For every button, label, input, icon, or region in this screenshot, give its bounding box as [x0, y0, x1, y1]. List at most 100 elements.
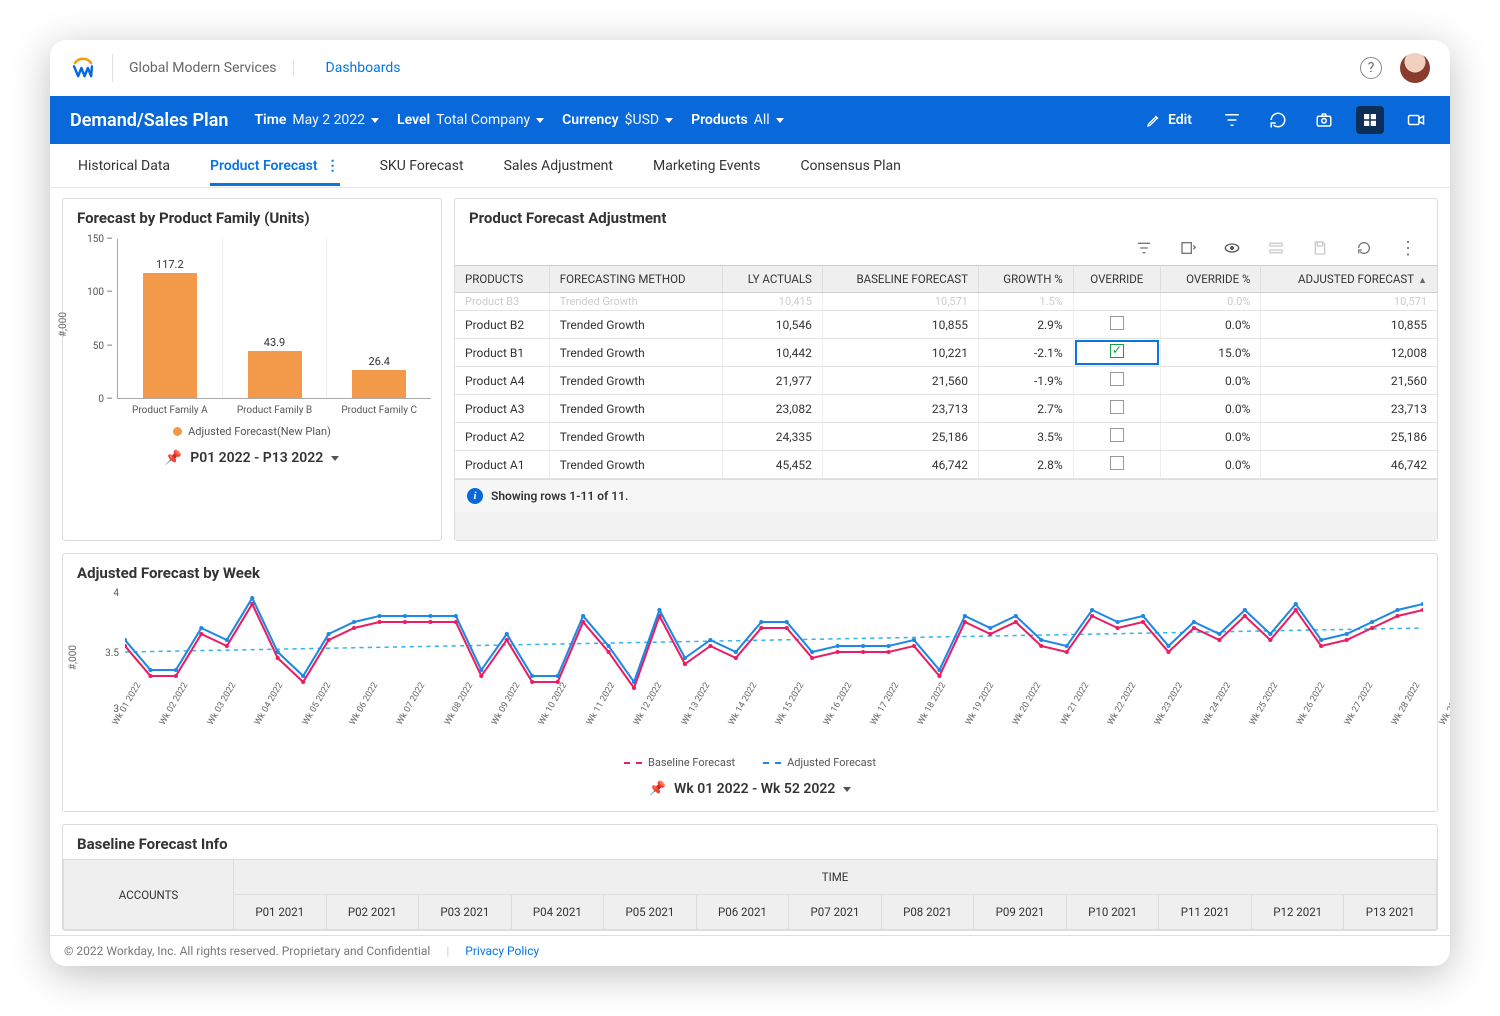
cell-baseline[interactable]: 21,560: [822, 367, 978, 395]
checkbox-icon[interactable]: [1110, 372, 1124, 386]
filter-products[interactable]: Products All: [691, 112, 784, 128]
cell-adjusted[interactable]: 46,742: [1261, 451, 1437, 479]
cell-method[interactable]: Trended Growth: [549, 451, 722, 479]
dashboards-link[interactable]: Dashboards: [326, 60, 401, 76]
tab-sku[interactable]: SKU Forecast: [380, 146, 464, 186]
grid-view-icon[interactable]: [1356, 106, 1384, 134]
checkbox-icon[interactable]: [1110, 400, 1124, 414]
cell-method[interactable]: Trended Growth: [549, 423, 722, 451]
cell-product[interactable]: Product A3: [455, 395, 549, 423]
settings-icon[interactable]: [1267, 239, 1285, 257]
cell-override[interactable]: [1073, 395, 1160, 423]
cell-override-pct[interactable]: 0.0%: [1160, 367, 1260, 395]
cell-override-pct[interactable]: 0.0%: [1160, 311, 1260, 339]
more-icon[interactable]: ⋮: [1399, 239, 1417, 257]
table-row[interactable]: Product A1Trended Growth45,45246,7422.8%…: [455, 451, 1437, 479]
cell-product[interactable]: Product B2: [455, 311, 549, 339]
camera-icon[interactable]: [1310, 106, 1338, 134]
filter-currency[interactable]: Currency $USD: [562, 112, 673, 128]
col-method[interactable]: FORECASTING METHOD: [549, 266, 722, 293]
cell-adjusted[interactable]: 23,713: [1261, 395, 1437, 423]
cell-baseline[interactable]: 46,742: [822, 451, 978, 479]
cell-baseline[interactable]: 25,186: [822, 423, 978, 451]
refresh-icon[interactable]: [1355, 239, 1373, 257]
cell-method[interactable]: Trended Growth: [549, 395, 722, 423]
cell-growth[interactable]: -1.9%: [978, 367, 1073, 395]
cell-override[interactable]: [1073, 367, 1160, 395]
user-avatar[interactable]: [1400, 53, 1430, 83]
help-icon[interactable]: ?: [1360, 57, 1382, 79]
cell-override-pct[interactable]: 0.0%: [1160, 451, 1260, 479]
filter-icon[interactable]: [1218, 106, 1246, 134]
cell-growth[interactable]: -2.1%: [978, 339, 1073, 367]
checkbox-icon[interactable]: [1110, 344, 1124, 358]
cell-baseline[interactable]: 10,855: [822, 311, 978, 339]
line-period-selector[interactable]: 📌 Wk 01 2022 - Wk 52 2022: [63, 769, 1437, 811]
table-row[interactable]: Product B2Trended Growth10,54610,8552.9%…: [455, 311, 1437, 339]
cell-adjusted[interactable]: 21,560: [1261, 367, 1437, 395]
bar-period-selector[interactable]: 📌 P01 2022 - P13 2022: [63, 438, 441, 480]
cell-method[interactable]: Trended Growth: [549, 367, 722, 395]
cell-override-pct[interactable]: 0.0%: [1160, 423, 1260, 451]
cell-adjusted[interactable]: 10,855: [1261, 311, 1437, 339]
save-icon[interactable]: [1311, 239, 1329, 257]
table-row[interactable]: Product B1Trended Growth10,44210,221-2.1…: [455, 339, 1437, 367]
privacy-link[interactable]: Privacy Policy: [465, 944, 539, 958]
tab-historical[interactable]: Historical Data: [78, 146, 170, 186]
cell-method[interactable]: Trended Growth: [549, 311, 722, 339]
cell-ly[interactable]: 10,546: [722, 311, 822, 339]
cell-override-pct[interactable]: 15.0%: [1160, 339, 1260, 367]
cell-adjusted[interactable]: 12,008: [1261, 339, 1437, 367]
col-ly[interactable]: LY ACTUALS: [722, 266, 822, 293]
cell-product[interactable]: Product A1: [455, 451, 549, 479]
cell-override[interactable]: [1073, 423, 1160, 451]
tab-sales-adjustment[interactable]: Sales Adjustment: [504, 146, 613, 186]
cell-override[interactable]: [1073, 451, 1160, 479]
cell-product[interactable]: Product B1: [455, 339, 549, 367]
checkbox-icon[interactable]: [1110, 316, 1124, 330]
filter-time[interactable]: Time May 2 2022: [254, 112, 379, 128]
cell-growth[interactable]: 2.9%: [978, 311, 1073, 339]
cell-product[interactable]: Product A2: [455, 423, 549, 451]
grid-cell: P10 2021: [1067, 895, 1160, 930]
col-adjusted[interactable]: ADJUSTED FORECAST▲: [1261, 266, 1437, 293]
cell-baseline[interactable]: 23,713: [822, 395, 978, 423]
video-icon[interactable]: [1402, 106, 1430, 134]
cell-growth[interactable]: 2.8%: [978, 451, 1073, 479]
col-products[interactable]: PRODUCTS: [455, 266, 549, 293]
filter-level[interactable]: Level Total Company: [397, 112, 544, 128]
col-growth[interactable]: GROWTH %: [978, 266, 1073, 293]
cell-growth[interactable]: 2.7%: [978, 395, 1073, 423]
refresh-icon[interactable]: [1264, 106, 1292, 134]
cell-adjusted[interactable]: 25,186: [1261, 423, 1437, 451]
tab-more-icon[interactable]: ⋮: [326, 158, 340, 174]
column-settings-icon[interactable]: [1179, 239, 1197, 257]
table-row[interactable]: Product A4Trended Growth21,97721,560-1.9…: [455, 367, 1437, 395]
cell-override[interactable]: [1073, 311, 1160, 339]
cell-baseline[interactable]: 10,221: [822, 339, 978, 367]
filter-icon[interactable]: [1135, 239, 1153, 257]
tab-product-forecast[interactable]: Product Forecast⋮: [210, 146, 340, 186]
tab-consensus[interactable]: Consensus Plan: [800, 146, 900, 186]
cell-product[interactable]: Product A4: [455, 367, 549, 395]
cell-ly[interactable]: 10,442: [722, 339, 822, 367]
checkbox-icon[interactable]: [1110, 428, 1124, 442]
table-row[interactable]: Product A2Trended Growth24,33525,1863.5%…: [455, 423, 1437, 451]
edit-button[interactable]: Edit: [1138, 106, 1200, 134]
cell-override-pct[interactable]: 0.0%: [1160, 395, 1260, 423]
checkbox-icon[interactable]: [1110, 456, 1124, 470]
col-override-pct[interactable]: OVERRIDE %: [1160, 266, 1260, 293]
cell-growth[interactable]: 3.5%: [978, 423, 1073, 451]
cell-ly[interactable]: 24,335: [722, 423, 822, 451]
view-icon[interactable]: [1223, 239, 1241, 257]
cell-override[interactable]: [1073, 339, 1160, 367]
cell-ly[interactable]: 21,977: [722, 367, 822, 395]
table-row[interactable]: Product A3Trended Growth23,08223,7132.7%…: [455, 395, 1437, 423]
cell-method[interactable]: Trended Growth: [549, 339, 722, 367]
col-override[interactable]: OVERRIDE: [1073, 266, 1160, 293]
cell-ly[interactable]: 45,452: [722, 451, 822, 479]
tab-marketing[interactable]: Marketing Events: [653, 146, 760, 186]
col-baseline[interactable]: BASELINE FORECAST: [822, 266, 978, 293]
cell-ly[interactable]: 23,082: [722, 395, 822, 423]
table-toolbar: ⋮: [455, 233, 1437, 265]
